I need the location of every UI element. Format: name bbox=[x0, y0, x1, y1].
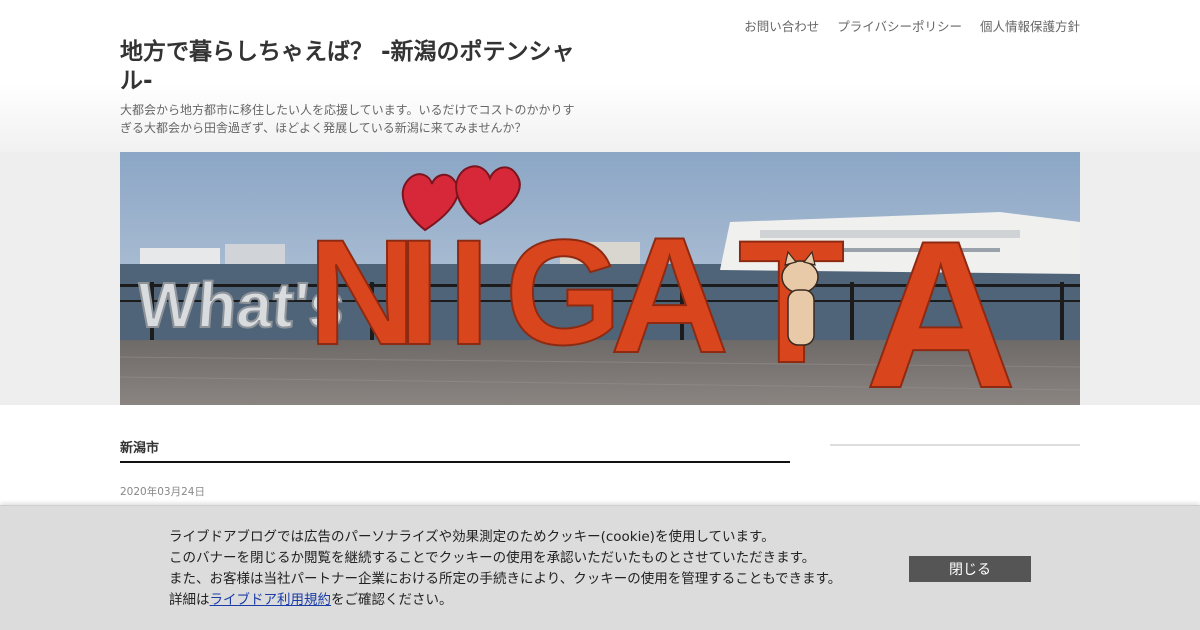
sign-letter-a-1: A bbox=[610, 203, 729, 387]
site-header: お問い合わせ プライバシーポリシー 個人情報保護方針 地方で暮らしちゃえば？ -… bbox=[0, 0, 1200, 152]
site-title[interactable]: 地方で暮らしちゃえば？ -新潟のポテンシャル- bbox=[120, 38, 590, 96]
cookie-message: ライブドアブログでは広告のパーソナライズや効果測定のためクッキー(cookie)… bbox=[169, 527, 841, 611]
cookie-close-button[interactable]: 閉じる bbox=[909, 556, 1031, 582]
cookie-line-1: ライブドアブログでは広告のパーソナライズや効果測定のためクッキー(cookie)… bbox=[169, 529, 775, 545]
top-nav: お問い合わせ プライバシーポリシー 個人情報保護方針 bbox=[744, 16, 1080, 35]
sign-letter-i-1: I bbox=[398, 208, 440, 376]
category-title: 新潟市 bbox=[120, 441, 160, 456]
nav-link-contact[interactable]: お問い合わせ bbox=[744, 16, 819, 35]
cookie-banner: ライブドアブログでは広告のパーソナライズや効果測定のためクッキー(cookie)… bbox=[0, 505, 1200, 630]
category-underline bbox=[120, 461, 790, 463]
cookie-line-3: また、お客様は当社パートナー企業における所定の手続きにより、クッキーの使用を管理… bbox=[169, 571, 842, 587]
cookie-line-4: 詳細はライブドア利用規約をご確認ください。 bbox=[169, 590, 841, 611]
sign-letter-a-2: A bbox=[865, 197, 1017, 405]
cookie-details-suffix: をご確認ください。 bbox=[331, 592, 453, 608]
nav-link-privacy-policy[interactable]: プライバシーポリシー bbox=[837, 16, 962, 35]
post-date: 2020年03月24日 bbox=[120, 486, 205, 498]
terms-of-use-link[interactable]: ライブドア利用規約 bbox=[210, 592, 332, 608]
sign-letter-g: G bbox=[505, 208, 622, 376]
niigata-sign-photo: What's N I I G A T A bbox=[120, 152, 1080, 405]
hero-image: What's N I I G A T A bbox=[120, 152, 1080, 405]
cookie-line-2: このバナーを閉じるか閲覧を継続することでクッキーの使用を承認いただいたものとさせ… bbox=[169, 550, 816, 566]
sidebar-divider bbox=[830, 444, 1080, 446]
cookie-details-prefix: 詳細は bbox=[169, 592, 210, 608]
cat-illustration bbox=[781, 250, 819, 346]
sign-letter-i-2: I bbox=[448, 208, 490, 376]
nav-link-personal-info-policy[interactable]: 個人情報保護方針 bbox=[980, 16, 1080, 35]
site-description: 大都会から地方都市に移住したい人を応援しています。いるだけでコストのかかりすぎる… bbox=[120, 103, 575, 135]
